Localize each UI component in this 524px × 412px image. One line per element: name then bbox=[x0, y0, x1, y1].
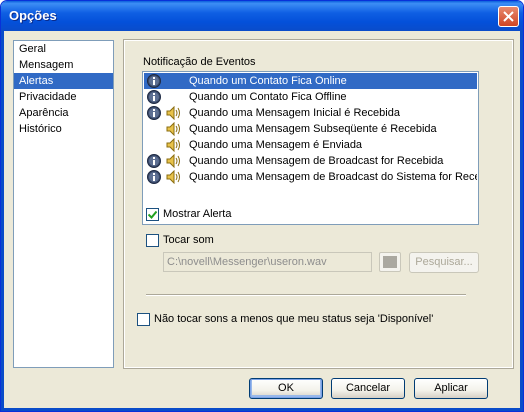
category-list[interactable]: Geral Mensagem Alertas Privacidade Aparência… bbox=[13, 40, 114, 368]
color-swatch bbox=[383, 256, 397, 268]
event-label: Quando uma Mensagem de Broadcast do Sist… bbox=[189, 171, 477, 183]
speaker-icon bbox=[166, 169, 182, 185]
color-button[interactable] bbox=[379, 252, 401, 272]
event-label: Quando uma Mensagem é Enviada bbox=[189, 139, 363, 151]
event-row[interactable]: Quando uma Mensagem Subseqüente é Recebi… bbox=[144, 121, 477, 137]
speaker-icon bbox=[166, 121, 182, 137]
sidebar-item-4[interactable]: Aparência bbox=[14, 105, 113, 121]
event-row[interactable]: Quando uma Mensagem é Enviada bbox=[144, 137, 477, 153]
info-icon bbox=[147, 90, 161, 104]
event-row[interactable]: Quando uma Mensagem de Broadcast for Rec… bbox=[144, 153, 477, 169]
sidebar-item-2[interactable]: Alertas bbox=[14, 73, 113, 89]
sidebar-item-0[interactable]: Geral bbox=[14, 41, 113, 57]
show-alert-checkbox[interactable] bbox=[146, 208, 159, 221]
sidebar-item-1[interactable]: Mensagem bbox=[14, 57, 113, 73]
event-label: Quando uma Mensagem Inicial é Recebida bbox=[189, 107, 400, 119]
speaker-icon bbox=[166, 153, 182, 169]
play-sound-label[interactable]: Tocar som bbox=[163, 234, 214, 246]
sidebar-item-3[interactable]: Privacidade bbox=[14, 89, 113, 105]
sound-file-field[interactable]: C:\novell\Messenger\useron.wav bbox=[163, 252, 372, 272]
event-label: Quando um Contato Fica Online bbox=[189, 75, 347, 87]
event-row[interactable]: Quando uma Mensagem de Broadcast do Sist… bbox=[144, 169, 477, 185]
checkmark-icon bbox=[148, 210, 157, 219]
window-border-right bbox=[520, 31, 523, 411]
apply-button[interactable]: Aplicar bbox=[414, 378, 488, 399]
title-bar[interactable]: Opções bbox=[1, 1, 523, 31]
play-sound-checkbox[interactable] bbox=[146, 234, 159, 247]
browse-button[interactable]: Pesquisar... bbox=[409, 252, 479, 273]
speaker-icon bbox=[166, 105, 182, 121]
event-label: Quando um Contato Fica Offline bbox=[189, 91, 347, 103]
event-row[interactable]: Quando um Contato Fica Online bbox=[144, 73, 477, 89]
info-icon bbox=[147, 154, 161, 168]
info-icon bbox=[147, 74, 161, 88]
window-border-left bbox=[1, 31, 4, 411]
close-icon bbox=[503, 11, 514, 22]
event-row[interactable]: Quando um Contato Fica Offline bbox=[144, 89, 477, 105]
window-title: Opções bbox=[9, 8, 57, 23]
sidebar-item-5[interactable]: Histórico bbox=[14, 121, 113, 137]
event-notification-title: Notificação de Eventos bbox=[143, 56, 256, 68]
separator bbox=[146, 294, 466, 296]
close-button[interactable] bbox=[498, 6, 519, 27]
event-row[interactable]: Quando uma Mensagem Inicial é Recebida bbox=[144, 105, 477, 121]
speaker-icon bbox=[166, 137, 182, 153]
cancel-button[interactable]: Cancelar bbox=[331, 378, 405, 399]
only-when-available-label[interactable]: Não tocar sons a menos que meu status se… bbox=[154, 313, 433, 325]
only-when-available-checkbox[interactable] bbox=[137, 313, 150, 326]
options-dialog: Opções Geral Mensagem Alertas Privacidade Ap… bbox=[0, 0, 524, 412]
ok-button[interactable]: OK bbox=[249, 378, 323, 399]
window-border-bottom bbox=[1, 408, 523, 411]
event-label: Quando uma Mensagem de Broadcast for Rec… bbox=[189, 155, 444, 167]
info-icon bbox=[147, 170, 161, 184]
show-alert-label[interactable]: Mostrar Alerta bbox=[163, 208, 231, 220]
info-icon bbox=[147, 106, 161, 120]
alerts-panel: Notificação de Eventos Quando um Contato… bbox=[123, 39, 514, 369]
event-label: Quando uma Mensagem Subseqüente é Recebi… bbox=[189, 123, 437, 135]
event-list[interactable]: Quando um Contato Fica Online Quando um C… bbox=[142, 71, 479, 225]
